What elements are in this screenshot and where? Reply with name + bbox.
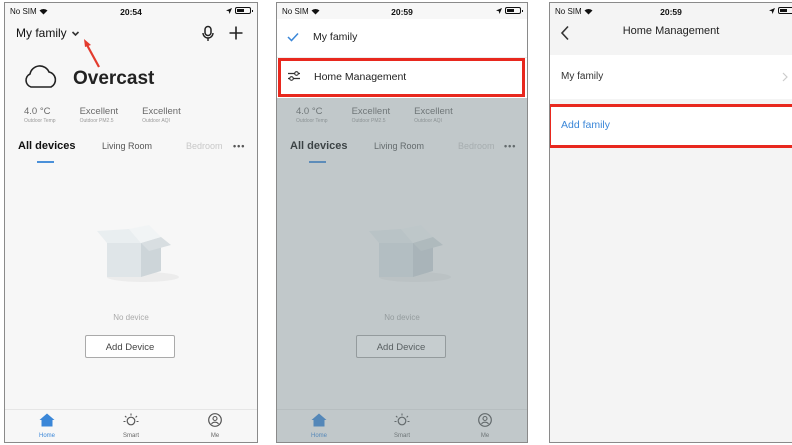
weather-temp: 4.0 °C Outdoor Temp (24, 106, 56, 124)
chevron-down-icon (71, 31, 80, 37)
status-time: 20:59 (660, 7, 682, 17)
nav-smart[interactable]: Smart (111, 413, 151, 439)
battery-icon (505, 7, 523, 14)
location-icon (769, 7, 775, 14)
tab-bedroom[interactable]: Bedroom (186, 141, 223, 151)
bottom-nav: Home Smart Me (5, 409, 257, 442)
cloud-icon (25, 65, 57, 88)
battery-icon (778, 7, 792, 14)
phone-family-dropdown: No SIM 20:59 4.0 °C Outdoor Temp Excellen… (276, 2, 528, 443)
status-time: 20:59 (391, 7, 413, 17)
nav-me[interactable]: Me (195, 413, 235, 439)
more-tabs-icon[interactable]: ••• (233, 141, 245, 151)
chevron-right-icon (782, 72, 788, 82)
family-list-item[interactable]: My family (550, 55, 792, 99)
sun-icon (123, 413, 139, 426)
home-icon (39, 413, 55, 427)
family-selector[interactable]: My family (16, 26, 80, 40)
status-bar: No SIM 20:59 (550, 7, 792, 19)
weather-aqi: Excellent Outdoor AQI (142, 106, 181, 124)
empty-state-text: No device (113, 313, 149, 322)
status-time: 20:54 (120, 7, 142, 17)
room-tabs: All devices Living Room Bedroom ••• (18, 140, 253, 163)
battery-area (226, 7, 253, 14)
highlight-box (278, 58, 525, 97)
battery-area (769, 7, 792, 14)
weather-pm25: Excellent Outdoor PM2.5 (79, 106, 119, 124)
status-bar: No SIM 20:59 (277, 7, 527, 19)
location-icon (496, 7, 502, 14)
check-icon (287, 32, 299, 42)
dropdown-item-my-family[interactable]: My family (277, 19, 527, 57)
phone-home-screen: No SIM 20:54 My family Overcast 4.0 °C Ou… (4, 2, 258, 443)
family-item-label: My family (561, 71, 604, 82)
highlight-box (550, 104, 792, 148)
phone-home-management: No SIM 20:59 Home Management My family A… (549, 2, 792, 443)
weather-condition: Overcast (73, 68, 155, 89)
dropdown-family-label: My family (313, 31, 358, 43)
weather-stats: 4.0 °C Outdoor Temp Excellent Outdoor PM2.… (24, 106, 181, 124)
battery-icon (235, 7, 253, 14)
dim-overlay[interactable] (277, 97, 527, 442)
tab-indicator (37, 161, 54, 163)
page-title: Home Management (622, 25, 720, 37)
add-device-button[interactable]: Add Device (85, 335, 175, 358)
nav-home[interactable]: Home (27, 413, 67, 439)
location-icon (226, 7, 232, 14)
family-name: My family (16, 26, 67, 40)
plus-icon[interactable] (229, 26, 243, 40)
status-bar: No SIM 20:54 (5, 7, 257, 19)
battery-area (496, 7, 523, 14)
person-icon (208, 413, 222, 427)
microphone-icon[interactable] (201, 25, 215, 43)
red-arrow-annotation (84, 39, 100, 68)
tab-living-room[interactable]: Living Room (102, 141, 152, 151)
empty-box-icon (97, 225, 179, 282)
tab-all-devices[interactable]: All devices (18, 140, 75, 152)
